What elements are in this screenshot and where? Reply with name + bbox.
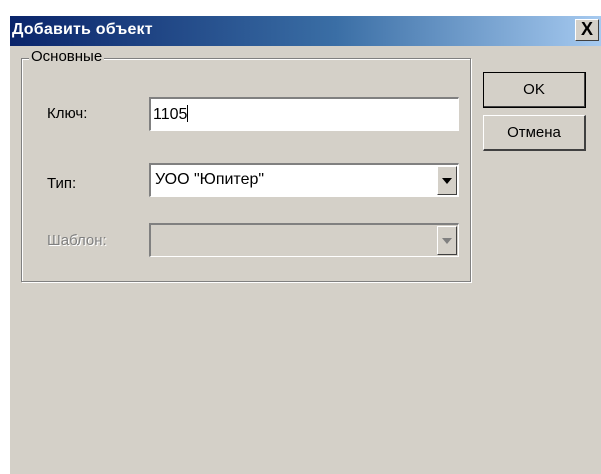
key-input[interactable]: 1105: [149, 97, 459, 131]
close-button[interactable]: X: [575, 19, 599, 41]
type-dropdown-button[interactable]: [437, 166, 457, 195]
template-select[interactable]: [149, 223, 459, 257]
text-caret: [187, 105, 189, 122]
cancel-button[interactable]: Отмена: [483, 115, 586, 151]
ok-button[interactable]: OK: [483, 72, 586, 108]
close-icon: X: [581, 19, 594, 39]
type-selected-value: УОО "Юпитер": [155, 171, 265, 188]
dialog-title: Добавить объект: [12, 21, 153, 38]
key-label: Ключ:: [47, 105, 88, 122]
template-dropdown-button[interactable]: [437, 226, 457, 255]
type-select[interactable]: УОО "Юпитер": [149, 163, 459, 197]
chevron-down-icon: [442, 178, 452, 184]
key-value: 1105: [153, 106, 188, 123]
template-label: Шаблон:: [47, 232, 107, 249]
group-label: Основные: [29, 48, 105, 65]
title-bar[interactable]: Добавить объект X: [10, 16, 601, 46]
chevron-down-icon: [442, 238, 452, 244]
type-label: Тип:: [47, 175, 77, 192]
